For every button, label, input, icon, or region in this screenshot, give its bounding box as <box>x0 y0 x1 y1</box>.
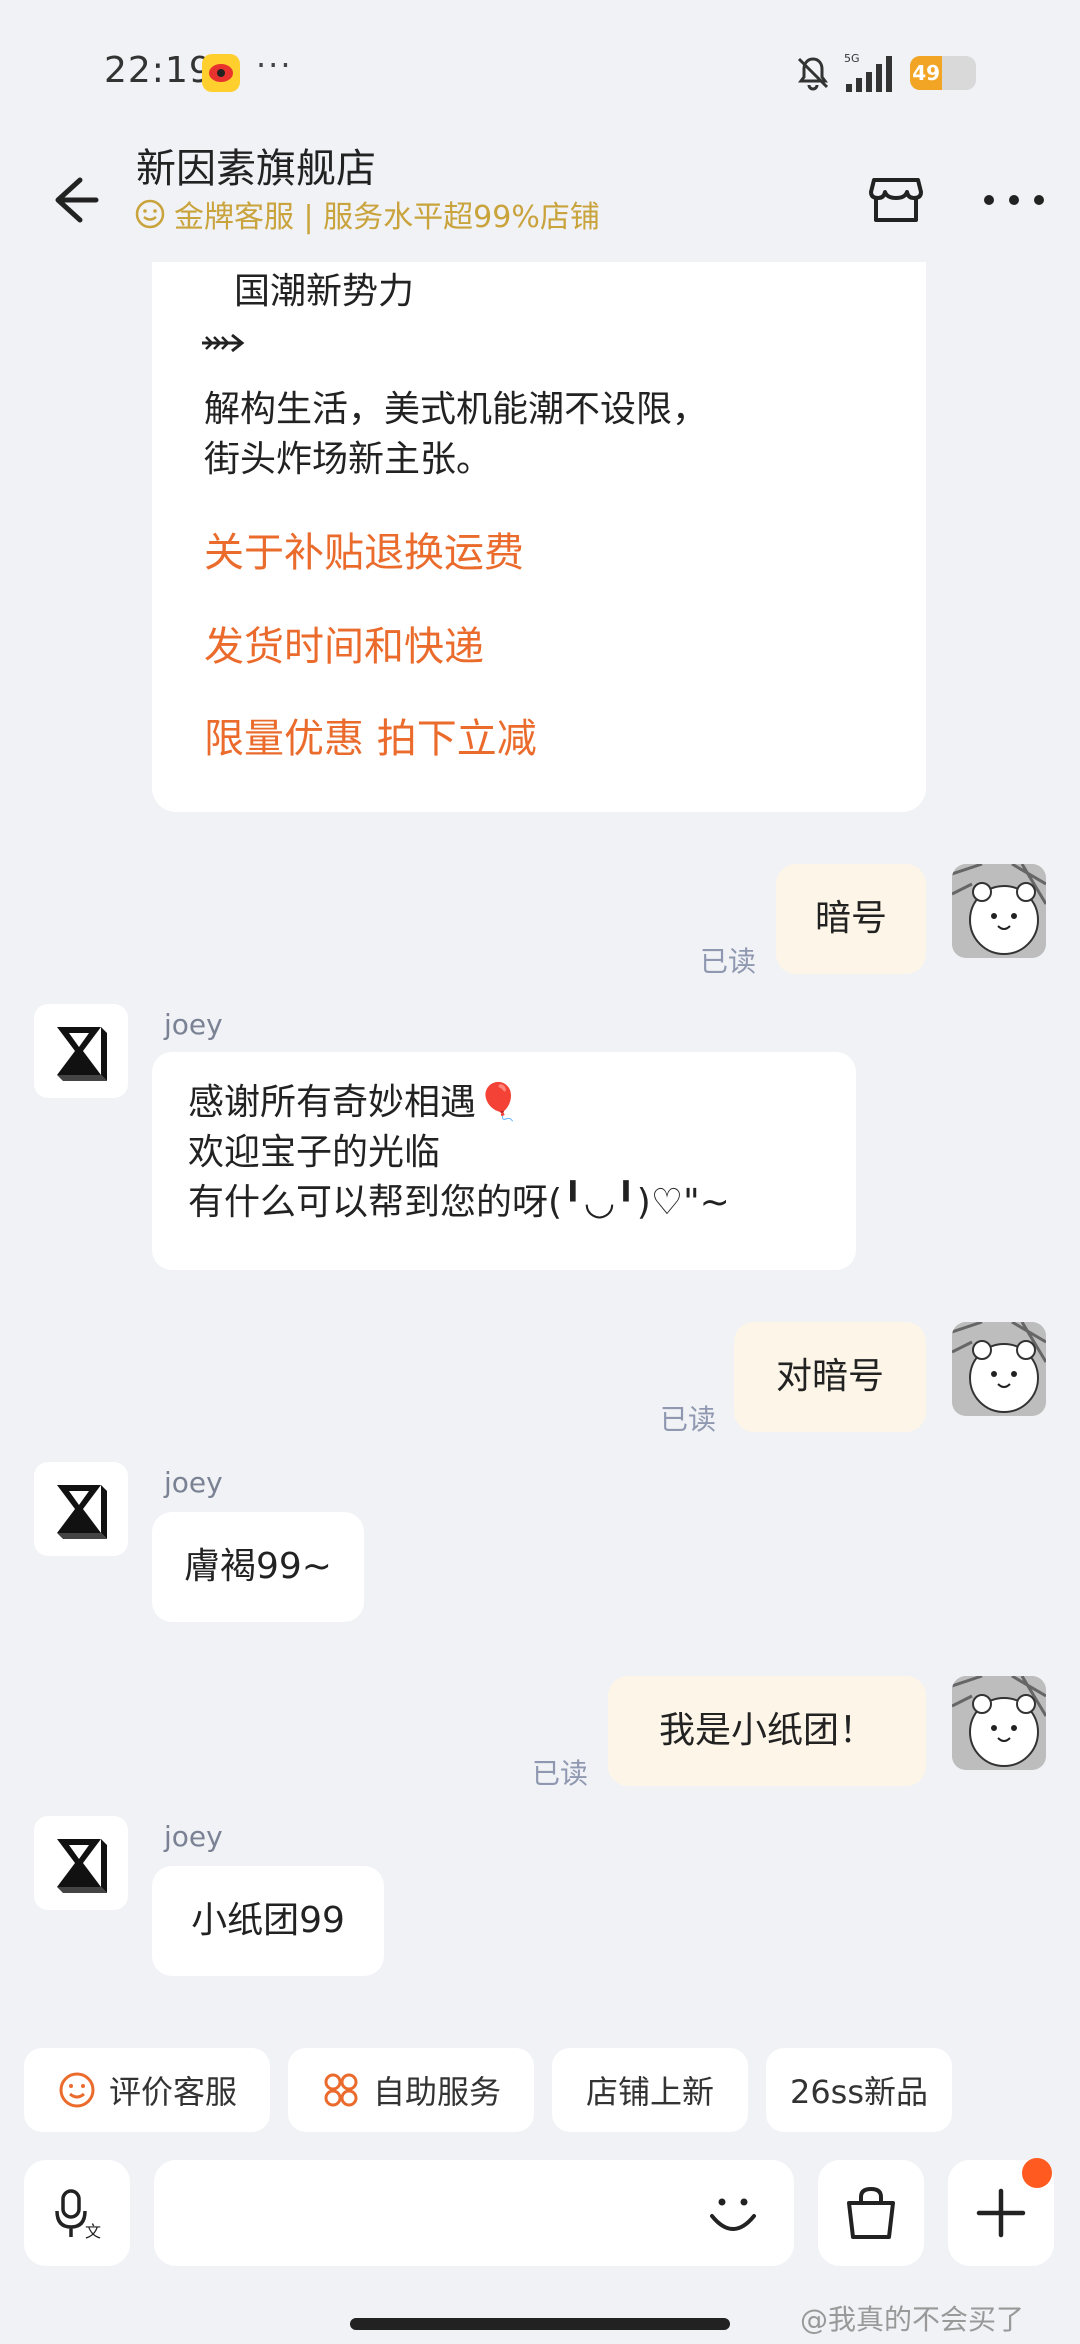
sender-name: joey <box>164 1820 223 1853</box>
shopping-bag-button[interactable] <box>818 2160 924 2266</box>
bear-avatar-icon <box>952 1322 1046 1416</box>
my-avatar[interactable] <box>952 1322 1046 1416</box>
hourglass-logo-icon <box>57 1027 107 1081</box>
battery-level: 49 <box>910 56 943 90</box>
intro-line: 国潮新势力 <box>234 271 415 312</box>
my-avatar[interactable] <box>952 1676 1046 1770</box>
message-line: 欢迎宝子的光临 <box>188 1132 441 1173</box>
back-arrow-icon[interactable] <box>40 168 104 232</box>
shop-message-bubble: 膚褐99~ <box>152 1512 364 1622</box>
notification-dot <box>1022 2158 1052 2188</box>
chip-label: 自助服务 <box>372 2073 501 2111</box>
intro-line: 解构生活，美式机能潮不设限， <box>204 389 709 430</box>
intro-line: 街头炸场新主张。 <box>204 439 493 480</box>
shop-avatar[interactable] <box>34 1004 128 1098</box>
battery-indicator: 49 <box>910 56 976 90</box>
my-message-bubble: 暗号 <box>776 864 926 974</box>
message-line: 有什么可以帮到您的呀(╹◡╹)♡"~ <box>188 1182 730 1223</box>
svg-text:5G: 5G <box>844 52 860 65</box>
link-limited-offer[interactable]: 限量优惠 拍下立减 <box>204 706 537 764</box>
svg-text:文: 文 <box>85 2222 101 2241</box>
signal-icon: 5G <box>844 52 892 92</box>
shop-avatar[interactable] <box>34 1816 128 1910</box>
service-badge-text: 金牌客服 | 服务水平超99%店铺 <box>174 200 600 235</box>
shop-message-bubble: 感谢所有奇妙相遇🎈 欢迎宝子的光临 有什么可以帮到您的呀(╹◡╹)♡"~ <box>152 1052 856 1270</box>
home-indicator[interactable] <box>350 2318 730 2330</box>
shop-message-bubble: 小纸团99 <box>152 1866 384 1976</box>
quick-reply-new-arrivals[interactable]: 店铺上新 <box>552 2048 748 2132</box>
emoji-icon[interactable] <box>700 2180 766 2246</box>
arrow-icon <box>202 333 245 353</box>
quick-reply-self-service[interactable]: 自助服务 <box>288 2048 534 2132</box>
quick-reply-26ss[interactable]: 26ss新品 <box>766 2048 952 2132</box>
bear-avatar-icon <box>952 864 1046 958</box>
watermark: @我真的不会买了 <box>800 2303 1025 2336</box>
read-status: 已读 <box>532 1757 589 1790</box>
status-time: 22:19 <box>104 50 213 91</box>
shop-avatar[interactable] <box>34 1462 128 1556</box>
read-status: 已读 <box>700 945 757 978</box>
sender-name: joey <box>164 1466 223 1499</box>
link-subsidy-returns[interactable]: 关于补贴退换运费 <box>204 520 524 578</box>
link-shipping-time[interactable]: 发货时间和快递 <box>204 614 484 672</box>
service-badge: 金牌客服 | 服务水平超99%店铺 <box>134 192 600 236</box>
sender-name: joey <box>164 1008 223 1041</box>
my-message-bubble: 对暗号 <box>734 1322 926 1432</box>
smile-icon <box>135 199 165 229</box>
chip-label: 评价客服 <box>108 2073 237 2111</box>
intro-card: 国潮新势力 解构生活，美式机能潮不设限， 街头炸场新主张。 关于补贴退换运费 发… <box>152 262 926 812</box>
mic-icon: 文 <box>55 2189 101 2241</box>
weibo-icon <box>202 54 240 92</box>
bear-avatar-icon <box>952 1676 1046 1770</box>
more-icon[interactable] <box>984 170 1044 230</box>
smile-icon <box>59 2072 95 2108</box>
message-line: 感谢所有奇妙相遇🎈 <box>188 1082 521 1123</box>
hourglass-logo-icon <box>57 1839 107 1893</box>
my-message-bubble: 我是小纸团！ <box>608 1676 926 1786</box>
hourglass-logo-icon <box>57 1485 107 1539</box>
quick-reply-rate-service[interactable]: 评价客服 <box>24 2048 270 2132</box>
shopping-bag-icon <box>847 2186 895 2239</box>
chip-label: 店铺上新 <box>585 2073 714 2111</box>
voice-input-button[interactable]: 文 <box>24 2160 130 2266</box>
store-icon[interactable] <box>866 168 926 228</box>
status-more-dots: ··· <box>256 46 293 84</box>
read-status: 已读 <box>660 1403 717 1436</box>
my-avatar[interactable] <box>952 864 1046 958</box>
plus-icon <box>976 2188 1026 2238</box>
message-input[interactable] <box>154 2160 794 2266</box>
grid-icon <box>324 2073 358 2107</box>
mute-icon <box>797 57 829 91</box>
chip-label: 26ss新品 <box>789 2073 929 2111</box>
shop-title[interactable]: 新因素旗舰店 <box>136 136 376 194</box>
